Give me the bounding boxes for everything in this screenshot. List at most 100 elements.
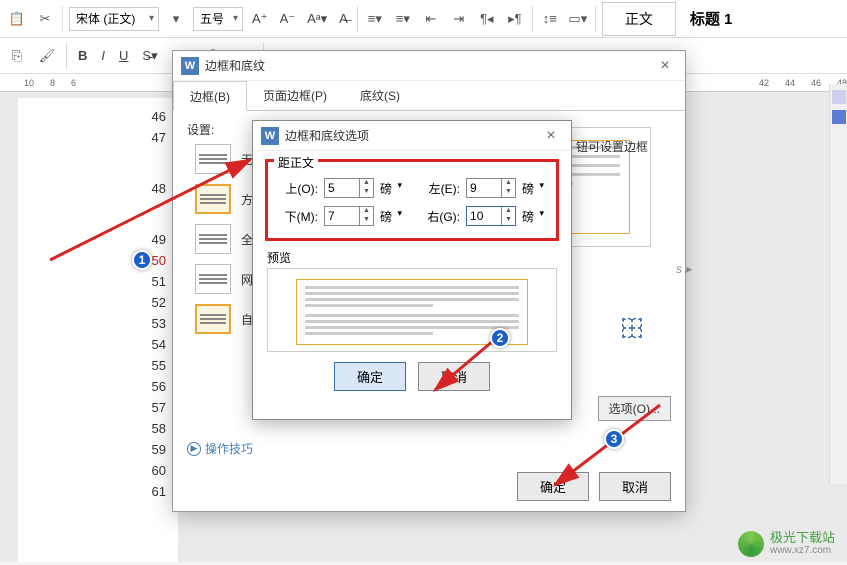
- annotation-marker-3: 3: [604, 429, 624, 449]
- ruler-tick: 46: [811, 78, 821, 88]
- annotation-marker-1: 1: [132, 250, 152, 270]
- chevron-down-icon[interactable]: ▾: [165, 8, 187, 30]
- ruler-tick: 6: [71, 78, 76, 88]
- line-number: 46: [128, 106, 166, 127]
- line-number: 53: [128, 313, 166, 334]
- line-number: 60: [128, 460, 166, 481]
- annotation-marker-2: 2: [490, 328, 510, 348]
- bottom-margin-input[interactable]: [325, 207, 359, 225]
- spin-down-icon[interactable]: ▼: [360, 188, 373, 197]
- dialog-footer: 确定 取消: [253, 362, 571, 391]
- line-number: 51: [128, 271, 166, 292]
- numbering-icon[interactable]: ≡▾: [392, 8, 414, 30]
- spin-down-icon[interactable]: ▼: [502, 188, 515, 197]
- line-number: 47: [128, 127, 166, 148]
- preview-box: [267, 268, 557, 352]
- margin-from-text-group: 距正文 上(O): ▲▼ 磅 左(E): ▲▼ 磅 下(M): ▲▼ 磅 右(G…: [265, 159, 559, 241]
- ruler-tick: 44: [785, 78, 795, 88]
- close-icon[interactable]: ×: [653, 57, 677, 75]
- clear-format-button[interactable]: A̶: [336, 11, 351, 26]
- top-margin-label: 上(O):: [278, 180, 318, 197]
- border-options-dialog: W 边框和底纹选项 × 距正文 上(O): ▲▼ 磅 左(E): ▲▼ 磅 下(…: [252, 120, 572, 420]
- italic-button[interactable]: I: [98, 48, 108, 63]
- font-name-select[interactable]: 宋体 (正文): [69, 7, 159, 31]
- indent-left-icon[interactable]: ⇤: [420, 8, 442, 30]
- ltr-icon[interactable]: ▸¶: [504, 8, 526, 30]
- right-margin-input[interactable]: [467, 207, 501, 225]
- bold-button[interactable]: B: [75, 48, 90, 63]
- decorative-text: s ▸: [676, 262, 691, 276]
- decrease-font-button[interactable]: A⁻: [277, 11, 299, 27]
- line-number-gutter: 46 47 48 49 50 51 52 53 54 55 56 57 58 5…: [18, 98, 178, 562]
- indent-right-icon[interactable]: ⇥: [448, 8, 470, 30]
- unit-select[interactable]: 磅: [522, 208, 544, 225]
- unit-select[interactable]: 磅: [380, 180, 402, 197]
- unit-select[interactable]: 磅: [380, 208, 402, 225]
- dialog-titlebar: W 边框和底纹选项 ×: [253, 121, 571, 151]
- ok-button[interactable]: 确定: [517, 472, 589, 501]
- left-margin-input[interactable]: [467, 179, 501, 197]
- watermark: 极光下载站 www.xz7.com: [738, 531, 835, 557]
- rtl-icon[interactable]: ¶◂: [476, 8, 498, 30]
- paste-icon[interactable]: 📋: [6, 8, 28, 30]
- line-number: 52: [128, 292, 166, 313]
- watermark-logo-icon: [738, 531, 764, 557]
- tab-shading[interactable]: 底纹(S): [344, 81, 417, 110]
- change-case-button[interactable]: Aᵃ▾: [304, 11, 330, 27]
- tab-page-border[interactable]: 页面边框(P): [247, 81, 344, 110]
- dialog-titlebar: W 边框和底纹 ×: [173, 51, 685, 81]
- toolbar-row-1: 📋 ✂ 宋体 (正文) ▾ 五号 A⁺ A⁻ Aᵃ▾ A̶ ≡▾ ≡▾ ⇤ ⇥ …: [0, 0, 847, 38]
- line-number: 61: [128, 481, 166, 502]
- cancel-button[interactable]: 取消: [418, 362, 490, 391]
- hint-text: 钮可设置边框: [576, 138, 648, 155]
- spin-up-icon[interactable]: ▲: [360, 179, 373, 188]
- ok-button[interactable]: 确定: [334, 362, 406, 391]
- dialog-title: 边框和底纹选项: [285, 127, 539, 144]
- group-label: 距正文: [274, 154, 318, 171]
- spin-down-icon[interactable]: ▼: [360, 216, 373, 225]
- line-number: 48: [128, 178, 166, 199]
- cancel-button[interactable]: 取消: [599, 472, 671, 501]
- app-icon: W: [261, 127, 279, 145]
- line-number: 56: [128, 376, 166, 397]
- line-height-icon[interactable]: ↕≡: [539, 8, 561, 30]
- copy-icon[interactable]: ⎘: [6, 45, 28, 67]
- preview-label: 预览: [267, 249, 557, 266]
- line-number: 58: [128, 418, 166, 439]
- sidebar-tool-icon[interactable]: [832, 110, 846, 124]
- unit-select[interactable]: 磅: [522, 180, 544, 197]
- line-number: 57: [128, 397, 166, 418]
- underline-button[interactable]: U: [116, 48, 131, 63]
- format-painter-icon[interactable]: 🖌: [36, 45, 58, 67]
- top-margin-input[interactable]: [325, 179, 359, 197]
- line-number: 54: [128, 334, 166, 355]
- options-button[interactable]: 选项(O)...: [598, 396, 671, 421]
- style-heading1[interactable]: 标题 1: [682, 2, 741, 35]
- line-number: 59: [128, 439, 166, 460]
- right-sidebar: [829, 84, 847, 484]
- line-number: 55: [128, 355, 166, 376]
- spin-up-icon[interactable]: ▲: [502, 179, 515, 188]
- spin-down-icon[interactable]: ▼: [502, 216, 515, 225]
- sidebar-tool-icon[interactable]: [832, 90, 846, 104]
- top-margin-spinner[interactable]: ▲▼: [324, 178, 374, 198]
- dialog-tabs: 边框(B) 页面边框(P) 底纹(S): [173, 81, 685, 111]
- grid-icon[interactable]: [622, 318, 642, 338]
- style-normal[interactable]: 正文: [602, 2, 676, 36]
- font-size-select[interactable]: 五号: [193, 7, 243, 31]
- scissors-icon[interactable]: ✂: [34, 8, 56, 30]
- strike-button[interactable]: S̶▾: [139, 48, 160, 64]
- bullets-icon[interactable]: ≡▾: [364, 8, 386, 30]
- bottom-margin-spinner[interactable]: ▲▼: [324, 206, 374, 226]
- right-margin-spinner[interactable]: ▲▼: [466, 206, 516, 226]
- tab-border[interactable]: 边框(B): [173, 81, 247, 111]
- close-icon[interactable]: ×: [539, 127, 563, 145]
- increase-font-button[interactable]: A⁺: [249, 11, 271, 27]
- tips-link[interactable]: 操作技巧: [187, 440, 253, 457]
- spin-up-icon[interactable]: ▲: [360, 207, 373, 216]
- ruler-tick: 8: [50, 78, 55, 88]
- spin-up-icon[interactable]: ▲: [502, 207, 515, 216]
- left-margin-spinner[interactable]: ▲▼: [466, 178, 516, 198]
- watermark-url: www.xz7.com: [770, 544, 835, 557]
- shading-icon[interactable]: ▭▾: [567, 8, 589, 30]
